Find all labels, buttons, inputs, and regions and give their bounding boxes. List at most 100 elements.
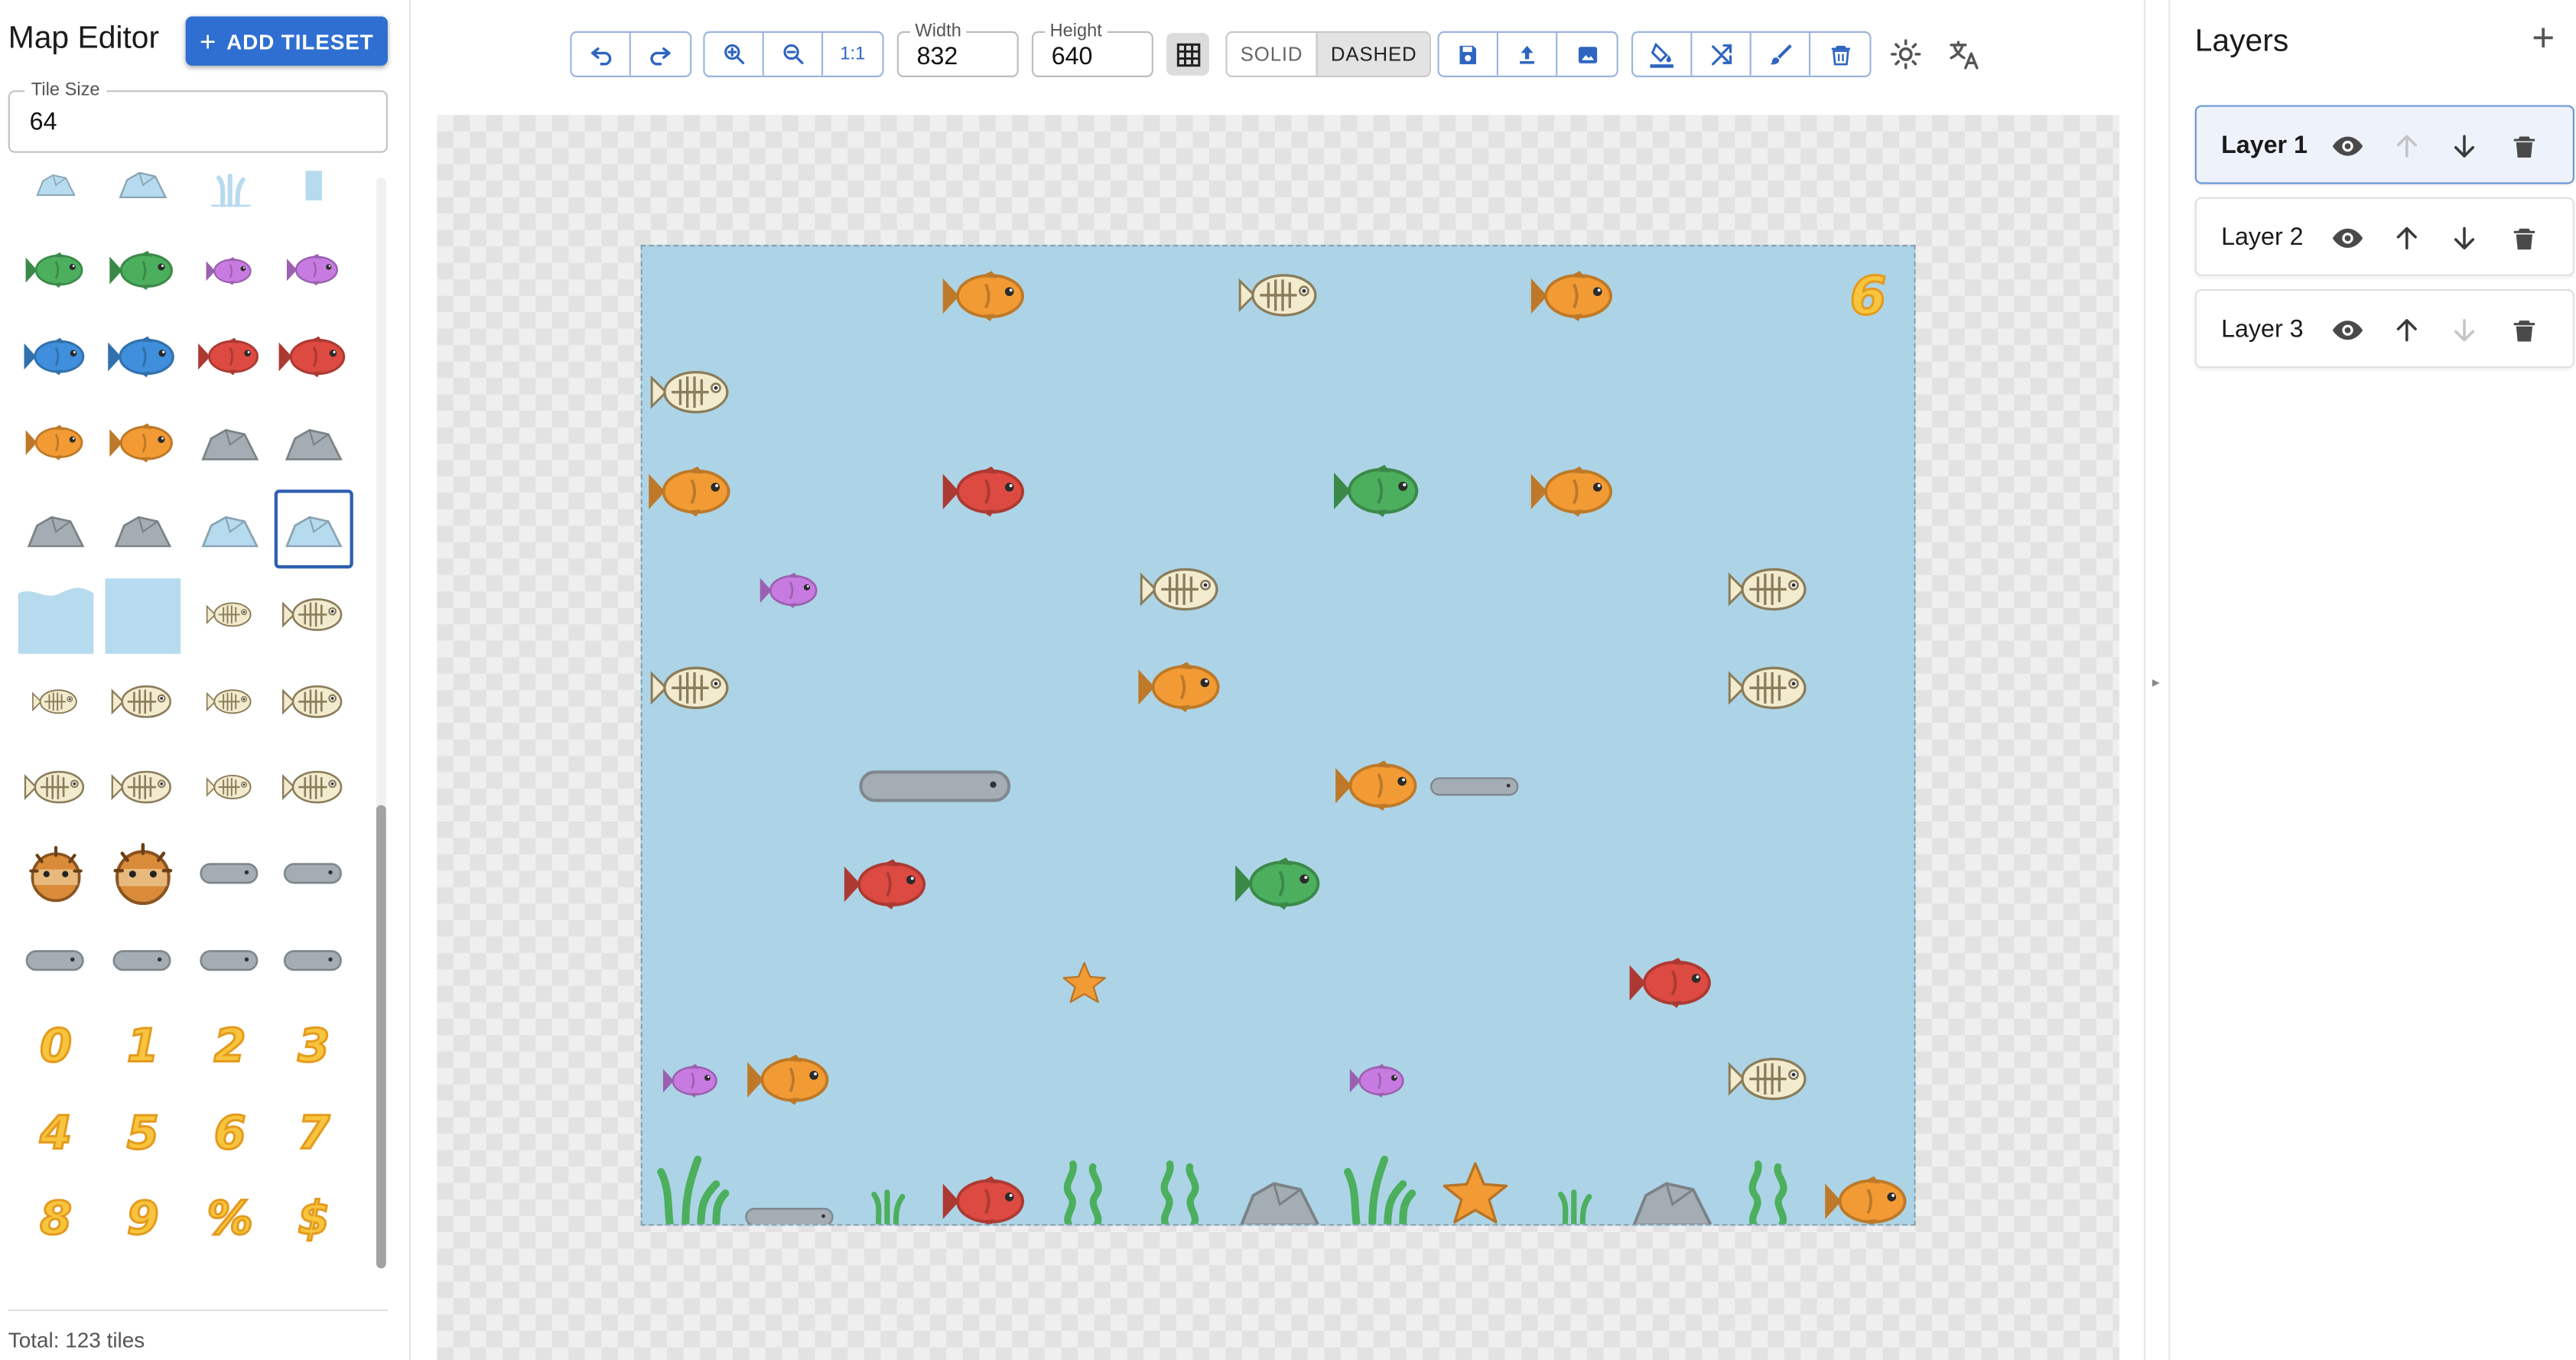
tile-fish-skeleton-small[interactable] [190, 576, 269, 655]
undo-button[interactable] [572, 32, 631, 76]
zoom-reset-button[interactable]: 1:1 [823, 33, 882, 76]
map-tile-seaweed-thin[interactable] [1525, 1129, 1623, 1225]
tile-eel-head-small[interactable] [190, 835, 269, 913]
tile-red-fish[interactable] [275, 317, 353, 396]
map-tile-fish-skeleton[interactable] [642, 344, 740, 442]
upload-button[interactable] [1498, 32, 1558, 76]
save-button[interactable] [1439, 32, 1498, 76]
map-tile-seaweed-curly[interactable] [1035, 1129, 1133, 1225]
map-tile-seaweed-curly[interactable] [1721, 1129, 1819, 1225]
map-tile-purple-fish[interactable] [740, 541, 838, 639]
tile-percent-sign[interactable]: % [190, 1179, 269, 1258]
tile-seaweed-stubs[interactable] [190, 171, 269, 223]
tile-digit-6[interactable]: 6 [190, 1093, 269, 1172]
tile-eel-tail[interactable] [275, 921, 353, 1000]
tile-dollar-sign[interactable]: $ [275, 1179, 353, 1258]
map-tile-red-fish[interactable] [838, 835, 936, 933]
shuffle-button[interactable] [1692, 32, 1751, 76]
map-tile-eel-short[interactable] [1427, 737, 1525, 835]
map-tile-fish-skeleton[interactable] [1721, 541, 1819, 639]
map-tile-red-fish[interactable] [936, 443, 1034, 541]
tile-eel-head[interactable] [275, 835, 353, 913]
move-layer-down-button[interactable] [2444, 219, 2484, 259]
tile-water-block[interactable] [103, 576, 182, 655]
tile-grey-rock[interactable] [275, 403, 353, 482]
height-field[interactable]: Height 640 [1031, 21, 1153, 77]
zoom-in-button[interactable] [704, 32, 764, 76]
tile-grey-rock-flat[interactable] [16, 490, 95, 568]
tile-purple-fish[interactable] [275, 231, 353, 310]
map-tile-orange-fish[interactable] [642, 443, 740, 541]
map-tile-grey-rock[interactable] [1231, 1129, 1329, 1225]
map-tile-orange-fish[interactable] [1133, 639, 1231, 737]
map-tile-seaweed[interactable] [1329, 1129, 1426, 1225]
map-tile-seaweed[interactable] [642, 1129, 740, 1225]
move-layer-up-button[interactable] [2387, 126, 2427, 166]
map-tile-red-fish[interactable] [1623, 933, 1721, 1031]
tile-blue-fish-small[interactable] [16, 317, 95, 396]
map-tile-orange-fish[interactable] [740, 1031, 838, 1129]
map-tile-orange-fish[interactable] [936, 246, 1034, 344]
tile-period-sign[interactable]: • [16, 1266, 95, 1285]
redo-button[interactable] [631, 33, 690, 76]
line-style-dashed[interactable]: DASHED [1316, 32, 1430, 76]
map-tile-digit-6[interactable]: 6 [1819, 246, 1914, 344]
tile-fish-bones-large[interactable] [103, 748, 182, 827]
map-tile-eel[interactable] [838, 737, 1034, 835]
layer-item[interactable]: Layer 1 [2194, 105, 2574, 184]
tile-tide-pool[interactable] [16, 171, 95, 223]
line-style-solid[interactable]: SOLID [1228, 33, 1316, 76]
map-tile-purple-fish-small[interactable] [642, 1031, 740, 1129]
export-image-button[interactable] [1557, 33, 1616, 76]
tile-fish-skeleton-alt[interactable] [275, 662, 353, 741]
tile-fish-skeleton-thin[interactable] [190, 662, 269, 741]
map-tile-seaweed-curly[interactable] [1133, 1129, 1231, 1225]
map-tile-seaweed-thin[interactable] [838, 1129, 936, 1225]
add-layer-button[interactable]: + [2532, 19, 2555, 60]
delete-button[interactable] [1810, 33, 1869, 76]
map-tile-fish-skeleton[interactable] [1133, 541, 1231, 639]
panel-collapse-handle[interactable]: ▸ [2144, 0, 2171, 1360]
brush-button[interactable] [1751, 32, 1811, 76]
delete-layer-button[interactable] [2504, 311, 2544, 350]
move-layer-up-button[interactable] [2387, 219, 2427, 259]
palette-scrollbar-thumb[interactable] [376, 805, 386, 1269]
tile-orange-fish-small[interactable] [16, 403, 95, 482]
canvas-area[interactable]: 6 [437, 115, 2119, 1360]
map-tile-small-starfish[interactable] [1035, 933, 1133, 1031]
tile-green-fish-small[interactable] [16, 231, 95, 310]
language-button[interactable] [1943, 34, 1983, 74]
tile-fish-skeleton-round[interactable] [103, 662, 182, 741]
tile-green-fish[interactable] [103, 231, 182, 310]
layer-item[interactable]: Layer 3 [2194, 289, 2574, 369]
tile-fish-skeleton-striped[interactable] [275, 748, 353, 827]
tile-orange-fish[interactable] [103, 403, 182, 482]
move-layer-down-button[interactable] [2444, 311, 2484, 350]
tile-digit-0[interactable]: 0 [16, 1007, 95, 1086]
tile-eel-body-tail[interactable] [103, 921, 182, 1000]
delete-layer-button[interactable] [2504, 219, 2544, 259]
tile-digit-5[interactable]: 5 [103, 1093, 182, 1172]
map-tile-green-fish[interactable] [1329, 443, 1426, 541]
layer-item[interactable]: Layer 2 [2194, 197, 2574, 276]
tile-size-field[interactable]: Tile Size 64 [8, 80, 388, 153]
tile-blue-fish[interactable] [103, 317, 182, 396]
tile-digit-7[interactable]: 7 [275, 1093, 353, 1172]
map-tile-green-fish[interactable] [1231, 835, 1329, 933]
tile-pufferfish[interactable] [103, 835, 182, 913]
tile-pufferfish-small[interactable] [16, 835, 95, 913]
tile-red-fish-small[interactable] [190, 317, 269, 396]
map-tile-grey-rock[interactable] [1623, 1129, 1721, 1225]
tile-purple-fish-small[interactable] [190, 231, 269, 310]
width-field[interactable]: Width 832 [896, 21, 1019, 77]
tile-ice-pillar[interactable] [275, 171, 353, 223]
visibility-toggle-button[interactable] [2328, 219, 2368, 259]
map-tile-orange-fish[interactable] [1329, 737, 1426, 835]
zoom-out-button[interactable] [764, 32, 824, 76]
tile-fish-skeleton[interactable] [275, 576, 353, 655]
tile-coral-plate[interactable] [103, 171, 182, 223]
tile-fish-bones[interactable] [16, 748, 95, 827]
move-layer-down-button[interactable] [2444, 126, 2484, 166]
map-tile-red-fish[interactable] [936, 1129, 1034, 1225]
fill-button[interactable] [1633, 32, 1693, 76]
